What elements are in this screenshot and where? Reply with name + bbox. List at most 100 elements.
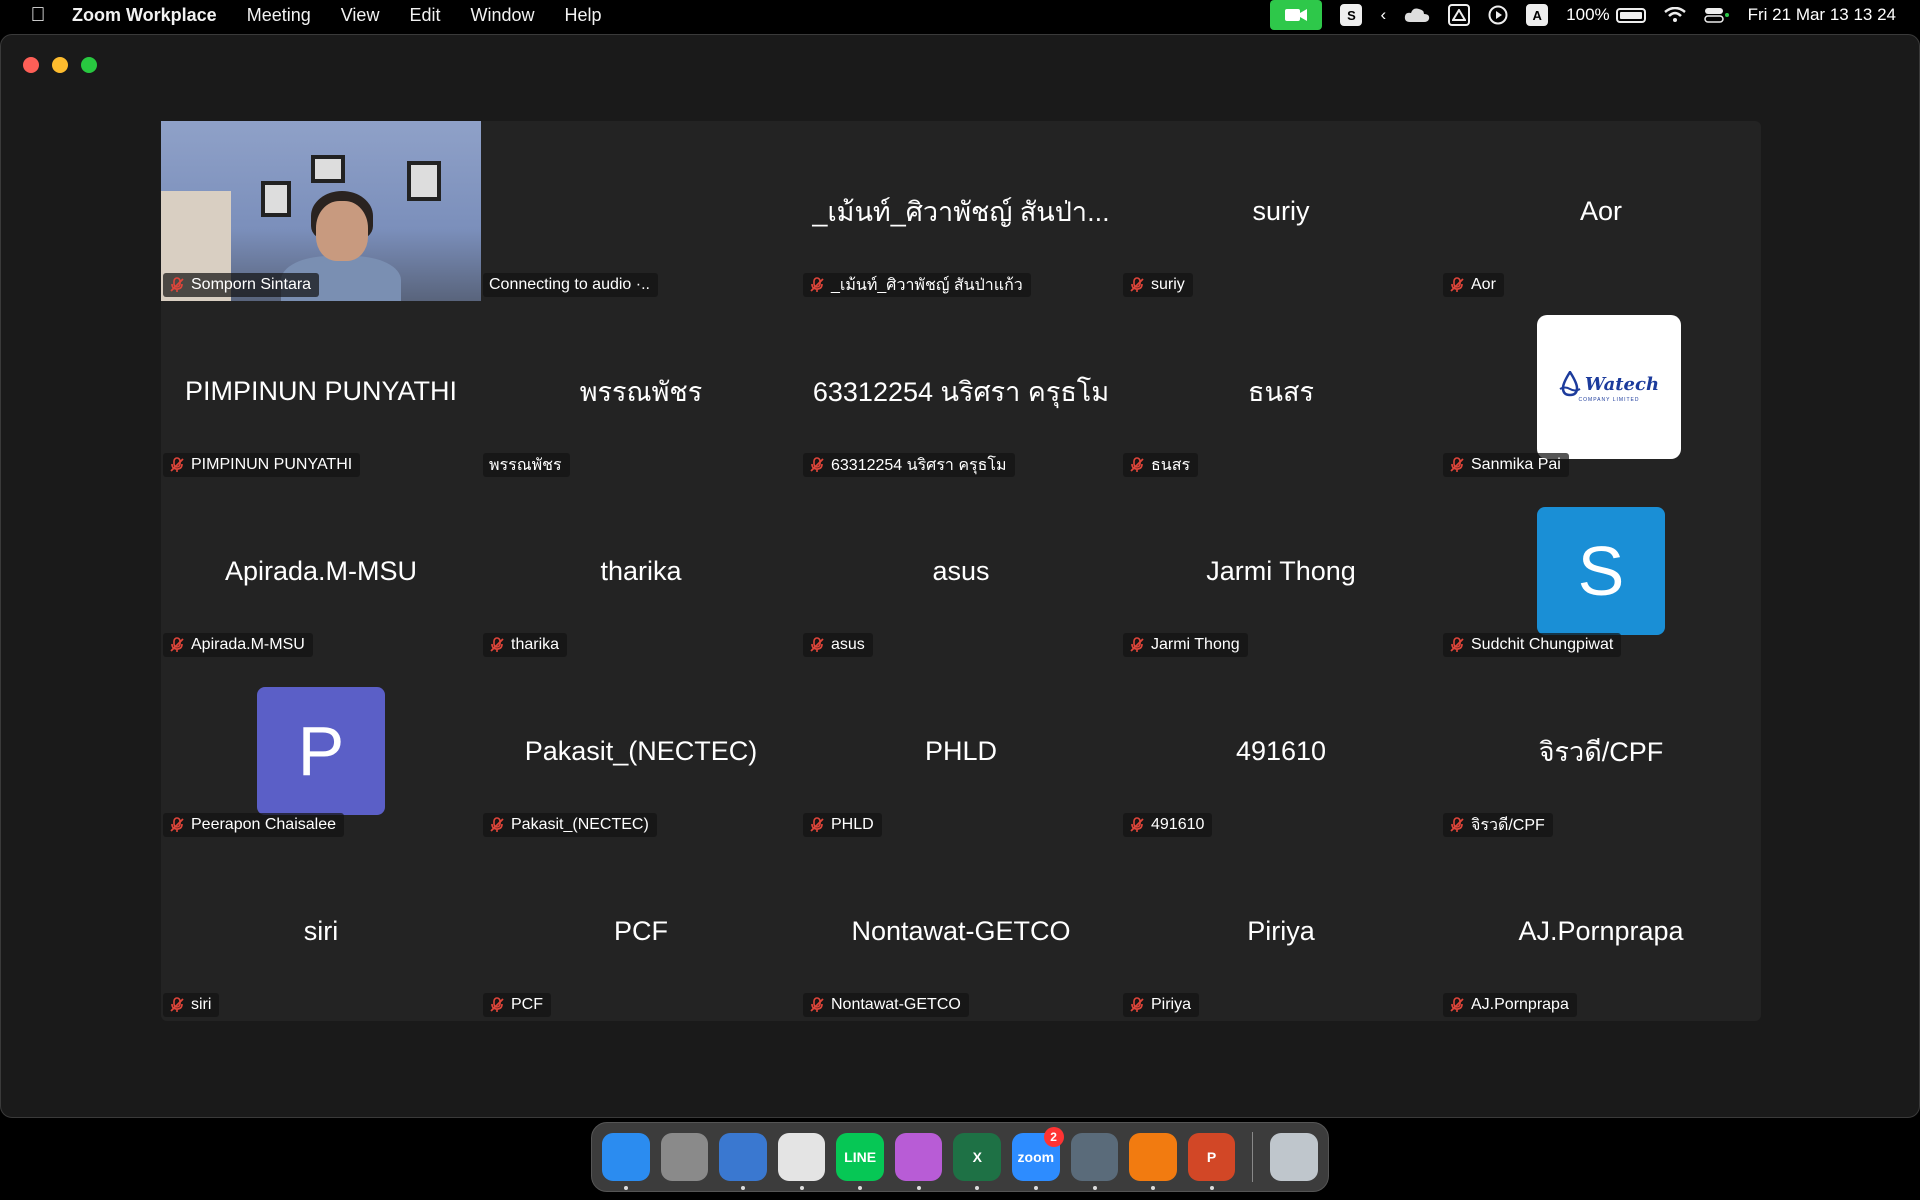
- participant-name: _เม้นท์_ศิวาพัชญ์ สันป่าแก้ว: [831, 276, 1023, 294]
- participant-tile[interactable]: asus asus: [801, 481, 1121, 661]
- menu-help[interactable]: Help: [565, 5, 602, 26]
- participant-name-tag: 491610: [1123, 813, 1213, 837]
- participant-tile[interactable]: พรรณพัชร พรรณพัชร: [481, 301, 801, 481]
- mic-muted-icon: [1449, 637, 1465, 653]
- zoom-video-icon[interactable]: [1270, 0, 1323, 30]
- running-indicator: [975, 1186, 980, 1190]
- participant-tile[interactable]: Nontawat-GETCO Nontawat-GETCO: [801, 841, 1121, 1021]
- participant-tile[interactable]: Watech COMPANY LIMITED Sanmika Pai: [1441, 301, 1761, 481]
- participant-name-tag: Sanmika Pai: [1443, 453, 1569, 477]
- participant-tile[interactable]: siri siri: [161, 841, 481, 1021]
- menu-window[interactable]: Window: [470, 5, 534, 26]
- mic-muted-icon: [489, 997, 505, 1013]
- cloud-icon[interactable]: [1404, 7, 1430, 23]
- participant-tile[interactable]: S Sudchit Chungpiwat: [1441, 481, 1761, 661]
- battery-indicator[interactable]: 100%: [1566, 5, 1646, 25]
- participant-tile[interactable]: 491610 491610: [1121, 661, 1441, 841]
- menu-meeting[interactable]: Meeting: [247, 5, 311, 26]
- quicktime-icon[interactable]: [1070, 1133, 1119, 1190]
- play-icon[interactable]: [1488, 5, 1508, 25]
- participant-tile[interactable]: Aor Aor: [1441, 121, 1761, 301]
- drive-icon[interactable]: [1448, 4, 1471, 26]
- participant-name-tag: Connecting to audio ·..: [483, 273, 658, 297]
- participant-tile[interactable]: จิรวดี/CPF จิรวดี/CPF: [1441, 661, 1761, 841]
- powerpoint-icon[interactable]: P: [1187, 1133, 1236, 1190]
- participant-name-tag: ธนสร: [1123, 453, 1199, 477]
- water-drop-icon: [1559, 371, 1581, 397]
- battery-percent: 100%: [1566, 5, 1610, 24]
- participant-tile[interactable]: Apirada.M-MSU Apirada.M-MSU: [161, 481, 481, 661]
- participant-name: PCF: [511, 996, 543, 1013]
- participant-tile[interactable]: Somporn Sintara: [161, 121, 481, 301]
- participant-name-tag: PIMPINUN PUNYATHI: [163, 453, 361, 477]
- participant-tile[interactable]: Jarmi Thong Jarmi Thong: [1121, 481, 1441, 661]
- participant-name: siri: [191, 996, 212, 1013]
- menu-edit[interactable]: Edit: [409, 5, 440, 26]
- trash-icon[interactable]: [1270, 1133, 1318, 1181]
- participant-tile[interactable]: Piriya Piriya: [1121, 841, 1441, 1021]
- wifi-icon[interactable]: [1663, 7, 1686, 23]
- excel-icon[interactable]: X: [953, 1133, 1002, 1190]
- mic-muted-icon: [1449, 457, 1465, 473]
- zoom-icon[interactable]: zoom 2: [1012, 1127, 1064, 1190]
- participant-name-tag: จิรวดี/CPF: [1443, 813, 1553, 837]
- dock-icon-label: zoom: [1017, 1149, 1055, 1165]
- participant-tile[interactable]: Pakasit_(NECTEC) Pakasit_(NECTEC): [481, 661, 801, 841]
- menubar-clock[interactable]: Fri 21 Mar 13 13 24: [1748, 5, 1896, 25]
- participant-tile[interactable]: Connecting to audio ·..: [481, 121, 801, 301]
- thunderbird-icon[interactable]: [719, 1133, 767, 1190]
- notification-badge: 2: [1043, 1127, 1064, 1147]
- participant-name-tag: Peerapon Chaisalee: [163, 813, 344, 837]
- participant-tile[interactable]: _เม้นท์_ศิวาพัชญ์ สันป่า... _เม้นท์_ศิวาพ…: [801, 121, 1121, 301]
- participant-tile[interactable]: tharika tharika: [481, 481, 801, 661]
- mic-muted-icon: [169, 637, 185, 653]
- mic-muted-icon: [1129, 637, 1145, 653]
- participant-tile[interactable]: suriy suriy: [1121, 121, 1441, 301]
- mic-muted-icon: [1129, 277, 1145, 293]
- participant-tile[interactable]: AJ.Pornprapa AJ.Pornprapa: [1441, 841, 1761, 1021]
- running-indicator: [1209, 1186, 1214, 1190]
- minimize-window-button[interactable]: [52, 57, 68, 73]
- control-center-icon[interactable]: [1703, 7, 1730, 23]
- participant-tile[interactable]: ธนสร ธนสร: [1121, 301, 1441, 481]
- chevron-left-icon[interactable]: ‹: [1380, 5, 1386, 25]
- a-icon[interactable]: A: [1526, 4, 1549, 26]
- mic-muted-icon: [1129, 817, 1145, 833]
- participant-name-tag: Jarmi Thong: [1123, 633, 1248, 657]
- line-icon[interactable]: LINE: [836, 1133, 884, 1190]
- participant-tile[interactable]: PHLD PHLD: [801, 661, 1121, 841]
- dock-icon-label: LINE: [844, 1149, 877, 1165]
- participant-name: จิรวดี/CPF: [1471, 816, 1545, 834]
- chrome-icon[interactable]: [777, 1133, 826, 1190]
- participant-name-tag: asus: [803, 633, 873, 657]
- running-indicator: [1092, 1186, 1097, 1190]
- zoom-meeting-window: Somporn Sintara Connecting to audio ·.. _เ…: [0, 34, 1920, 1118]
- menu-view[interactable]: View: [341, 5, 380, 26]
- gallery-view: Somporn Sintara Connecting to audio ·.. _เ…: [161, 121, 1761, 1021]
- s-icon[interactable]: S: [1340, 4, 1363, 26]
- participant-avatar: S: [1537, 507, 1665, 635]
- participant-tile[interactable]: P Peerapon Chaisalee: [161, 661, 481, 841]
- participant-tile[interactable]: 63312254 นริศรา ครุธโม 63312254 นริศรา คร…: [801, 301, 1121, 481]
- participant-name: Nontawat-GETCO: [831, 996, 961, 1013]
- vlc-icon[interactable]: [1129, 1133, 1177, 1190]
- mic-muted-icon: [1449, 817, 1465, 833]
- running-indicator: [1151, 1186, 1156, 1190]
- running-indicator: [799, 1186, 804, 1190]
- app-menu[interactable]: Zoom Workplace: [72, 5, 217, 26]
- finder-icon[interactable]: [602, 1133, 650, 1190]
- launchpad-icon[interactable]: [660, 1133, 709, 1181]
- close-window-button[interactable]: [23, 57, 39, 73]
- running-indicator: [1034, 1186, 1039, 1190]
- flower-app-icon[interactable]: [894, 1133, 943, 1190]
- apple-menu-icon[interactable]: : [24, 4, 52, 27]
- participant-tile[interactable]: PIMPINUN PUNYATHI PIMPINUN PUNYATHI: [161, 301, 481, 481]
- status-area: S ‹ A 100% Fri 21 Mar 13 13 24: [1270, 0, 1896, 30]
- participant-name-tag: AJ.Pornprapa: [1443, 993, 1577, 1017]
- participant-tile[interactable]: PCF PCF: [481, 841, 801, 1021]
- mic-muted-icon: [1129, 457, 1145, 473]
- mic-muted-icon: [809, 817, 825, 833]
- participant-name-tag: Apirada.M-MSU: [163, 633, 313, 657]
- mic-muted-icon: [1129, 997, 1145, 1013]
- fullscreen-window-button[interactable]: [81, 57, 97, 73]
